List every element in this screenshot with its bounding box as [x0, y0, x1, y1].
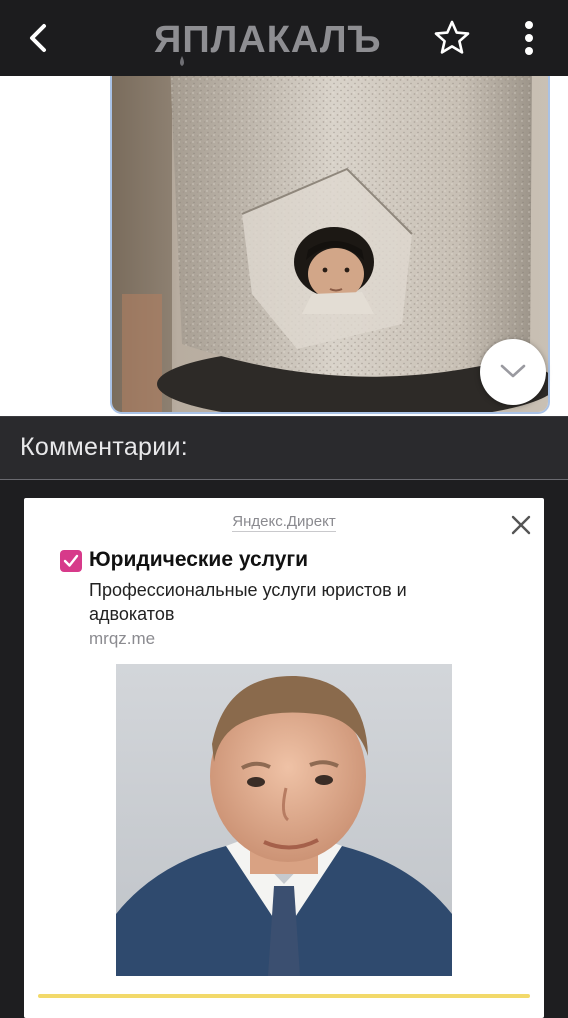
ad-image[interactable] — [116, 664, 452, 976]
ad-close-button[interactable] — [510, 514, 532, 536]
close-icon — [511, 515, 531, 535]
back-button[interactable] — [22, 18, 58, 58]
chevron-down-icon — [500, 364, 526, 378]
ad-source: Яндекс.Директ — [24, 513, 544, 532]
app-bar: ЯПЛАКАЛЪ — [0, 0, 568, 76]
ad-description: Профессиональные услуги юристов и адвока… — [89, 580, 407, 624]
ad-checkbox — [60, 550, 82, 572]
ad-domain[interactable]: mrqz.me — [89, 629, 155, 649]
comments-title: Комментарии: — [20, 433, 189, 461]
app-logo: ЯПЛАКАЛЪ — [150, 10, 418, 66]
ad-title[interactable]: Юридические услуги — [89, 548, 308, 572]
ad-source-label[interactable]: Яндекс.Директ — [232, 513, 336, 532]
logo-text: ЯПЛАКАЛЪ — [154, 19, 382, 61]
ad-card[interactable]: Яндекс.Директ Юридические услуги Професс… — [24, 498, 544, 1018]
star-outline-icon — [434, 20, 470, 54]
expand-button[interactable] — [480, 339, 546, 405]
more-menu-button[interactable] — [512, 16, 546, 60]
more-vertical-icon — [525, 21, 533, 55]
post-content — [0, 76, 568, 416]
chevron-left-icon — [30, 24, 46, 52]
logo-graphic: ЯПЛАКАЛЪ — [154, 19, 382, 66]
comments-header: Комментарии: — [0, 416, 568, 480]
favorite-button[interactable] — [432, 18, 472, 58]
ad-divider — [38, 994, 530, 998]
checkbox-checked-icon — [63, 554, 79, 567]
